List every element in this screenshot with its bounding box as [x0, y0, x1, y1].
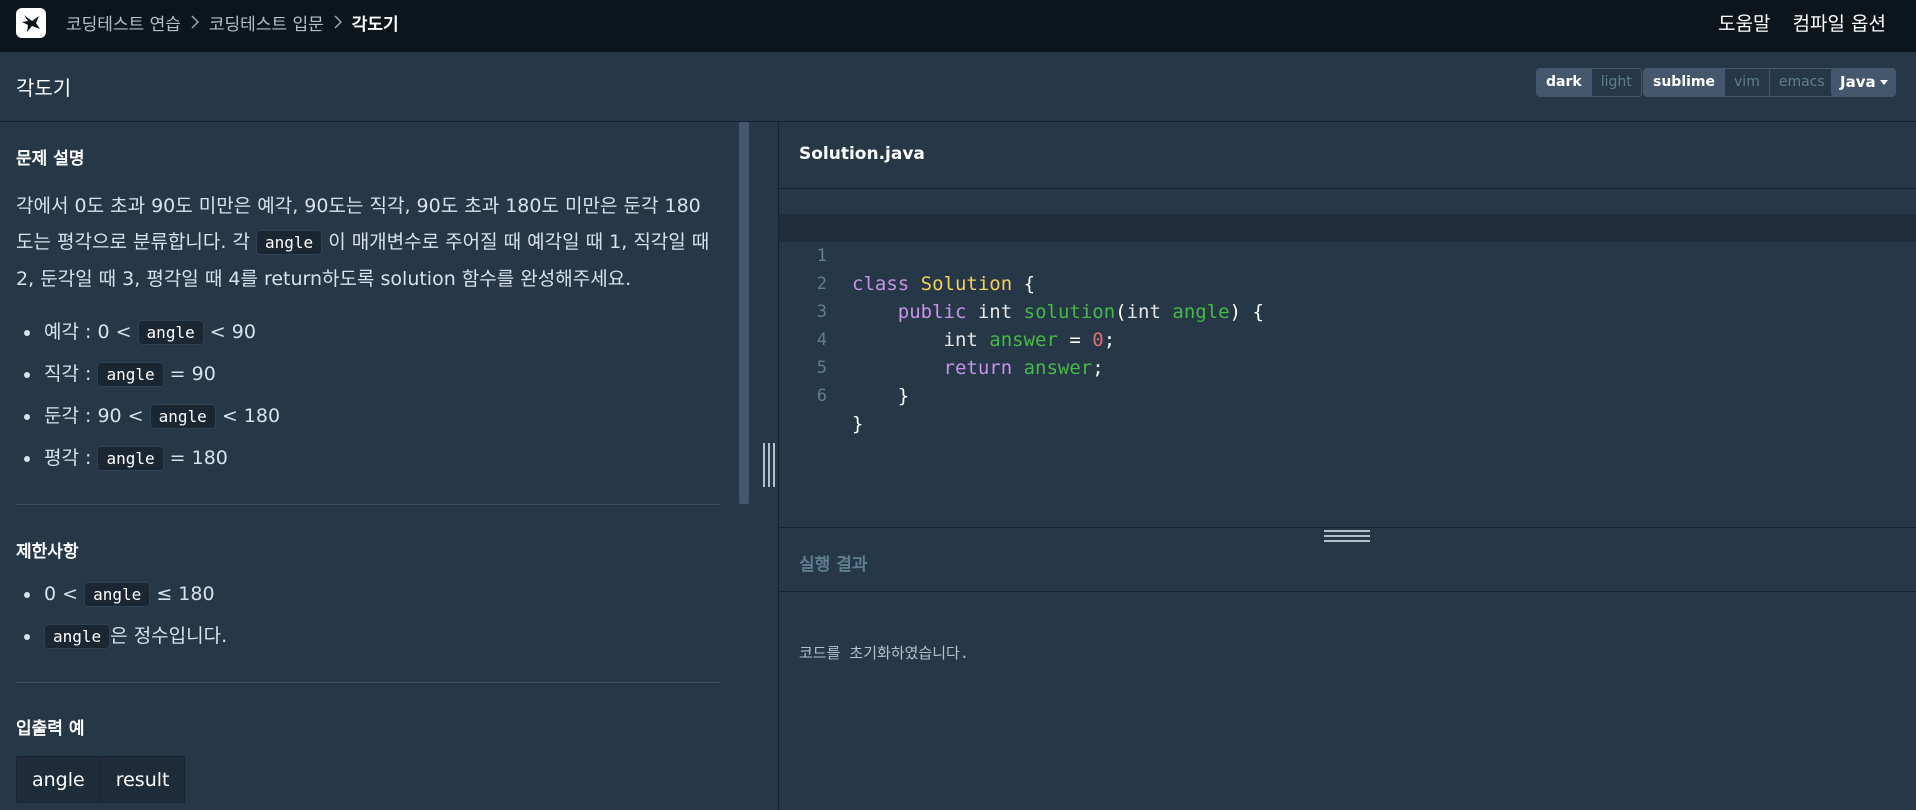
bullet-text: = 180 [169, 447, 228, 469]
brace: } [852, 413, 864, 435]
list-item: 예각 : 0 < angle < 90 [23, 311, 280, 353]
inline-code: angle [137, 320, 204, 345]
bullet-text: ≤ 180 [156, 583, 215, 605]
code-line[interactable]: 5 } [779, 326, 1916, 407]
column-header-result: result [99, 756, 186, 803]
table-header-row: angle result [16, 756, 186, 803]
problem-panel[interactable]: 문제 설명 각에서 0도 초과 90도 미만은 예각, 90도는 직각, 90도… [0, 122, 760, 810]
theme-dark-button[interactable]: dark [1537, 69, 1591, 96]
bullet-text: 예각 : 0 < [44, 321, 132, 343]
editor-panel: Solution.java 1 class Solution { 2 publi… [779, 122, 1916, 810]
list-item: angle 은 정수입니다. [23, 615, 228, 657]
challenge-header: 각도기 dark light sublime vim emacs Java [0, 52, 1916, 122]
code-line[interactable]: 1 class Solution { [779, 214, 1916, 295]
page-title: 각도기 [16, 76, 72, 100]
theme-light-button[interactable]: light [1590, 69, 1641, 96]
language-label: Java [1840, 73, 1876, 91]
language-select[interactable]: Java [1831, 68, 1896, 97]
help-button[interactable]: 도움말 [1718, 9, 1770, 36]
keymap-emacs-button[interactable]: emacs [1768, 69, 1834, 96]
examples-table: angle result [16, 756, 186, 803]
inline-code: angle [97, 362, 164, 387]
inline-code: angle [84, 582, 151, 607]
description-title: 문제 설명 [16, 149, 85, 169]
inline-code: angle [149, 404, 216, 429]
logo-icon [22, 15, 40, 32]
bullet-text: 둔각 : 90 < [44, 405, 144, 427]
result-title: 실행 결과 [799, 555, 868, 575]
bullet-text: 은 정수입니다. [110, 625, 228, 647]
list-item: 직각 : angle = 90 [23, 353, 280, 395]
scrollbar-thumb[interactable] [739, 122, 749, 504]
keymap-sublime-button[interactable]: sublime [1644, 69, 1725, 96]
chevron-right-icon [334, 15, 342, 29]
examples-title: 입출력 예 [16, 719, 85, 739]
breadcrumb-intro[interactable]: 코딩테스트 입문 [209, 10, 324, 35]
code-editor[interactable]: 1 class Solution { 2 public int solution… [779, 189, 1916, 527]
breadcrumb: 코딩테스트 연습 코딩테스트 입문 각도기 [66, 0, 399, 44]
breadcrumb-practice[interactable]: 코딩테스트 연습 [66, 10, 181, 35]
bullet-text: < 90 [209, 321, 256, 343]
angle-type-list: 예각 : 0 < angle < 90 직각 : angle = 90 둔각 :… [23, 311, 281, 479]
drag-handle-icon[interactable] [763, 443, 775, 487]
list-item: 평각 : angle = 180 [23, 437, 280, 479]
problem-description: 각에서 0도 초과 90도 미만은 예각, 90도는 직각, 90도 초과 18… [16, 188, 716, 297]
bullet-text: 평각 : [44, 447, 92, 469]
inline-code: angle [97, 446, 164, 471]
file-tab-bar: Solution.java [779, 122, 1916, 189]
keymap-toggle: sublime vim emacs [1643, 68, 1835, 97]
code-line[interactable]: 2 public int solution(int angle) { [779, 242, 1916, 323]
compile-options-button[interactable]: 컴파일 옵션 [1793, 9, 1886, 36]
top-actions: 도움말 컴파일 옵션 [1718, 0, 1886, 44]
programmers-logo[interactable] [16, 8, 46, 38]
divider [16, 682, 720, 683]
divider [16, 504, 720, 505]
theme-toggle: dark light [1536, 68, 1642, 97]
result-message: 코드를 초기화하였습니다. [799, 644, 969, 662]
keymap-vim-button[interactable]: vim [1724, 69, 1769, 96]
column-header-angle: angle [16, 756, 101, 803]
bullet-text: 직각 : [44, 363, 92, 385]
inline-code: angle [255, 230, 323, 255]
bullet-text: = 90 [169, 363, 216, 385]
line-number: 6 [816, 386, 827, 406]
chevron-right-icon [191, 15, 199, 29]
breadcrumb-current: 각도기 [351, 14, 399, 35]
list-item: 둔각 : 90 < angle < 180 [23, 395, 281, 437]
code-line[interactable]: 6 } [779, 354, 1916, 435]
bullet-text: 0 < [44, 583, 79, 605]
caret-down-icon [1880, 80, 1888, 85]
brace: } [897, 385, 910, 407]
inline-code: angle [44, 624, 111, 649]
bullet-text: < 180 [221, 405, 281, 427]
top-navbar: 코딩테스트 연습 코딩테스트 입문 각도기 도움말 컴파일 옵션 [0, 0, 1916, 52]
constraints-title: 제한사항 [16, 542, 79, 562]
file-name: Solution.java [799, 144, 925, 164]
code-line[interactable]: 4 return answer; [779, 298, 1916, 379]
code-line[interactable]: 3 int answer = 0; [779, 270, 1916, 351]
constraints-list: 0 < angle ≤ 180 angle 은 정수입니다. [23, 573, 228, 657]
list-item: 0 < angle ≤ 180 [23, 573, 227, 615]
result-header: 실행 결과 [779, 528, 1916, 592]
